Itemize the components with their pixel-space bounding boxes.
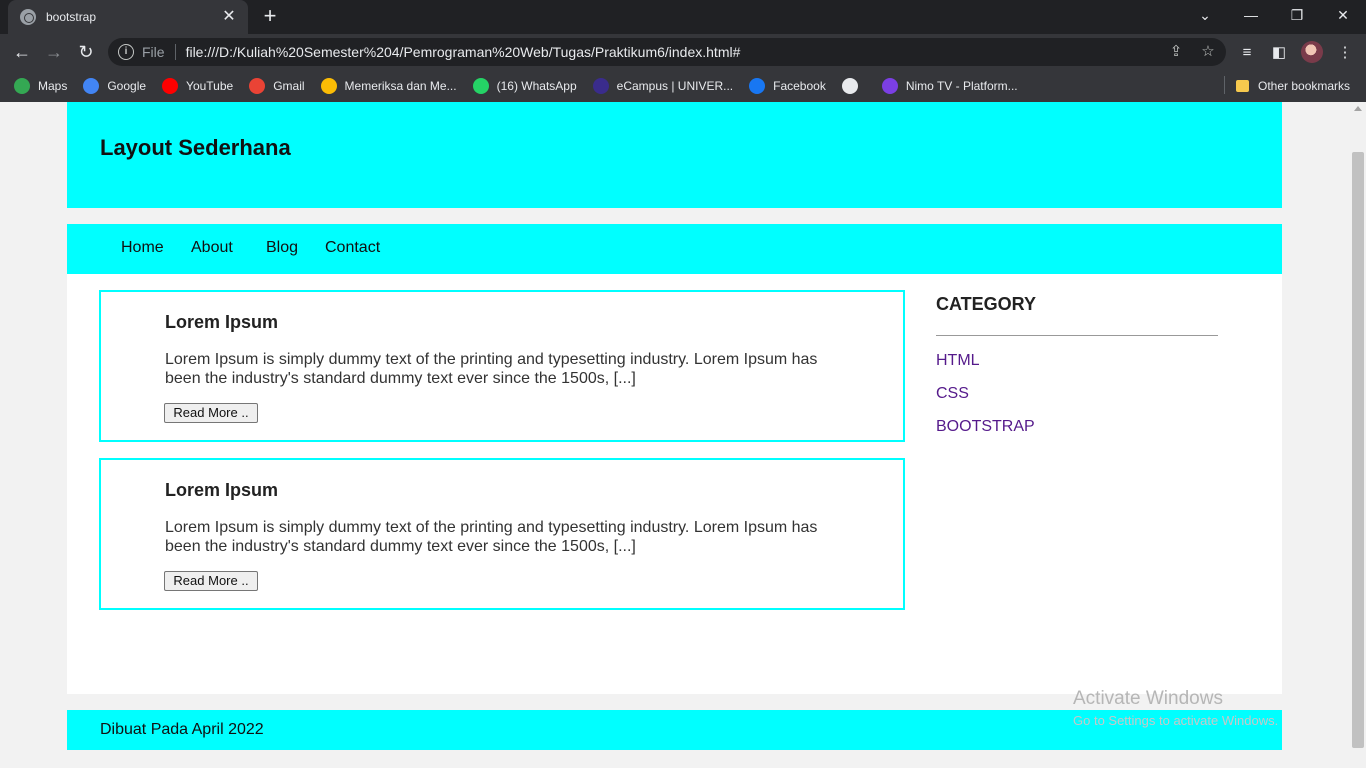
article-excerpt: Lorem Ipsum is simply dummy text of the … bbox=[165, 519, 818, 555]
bookmark-label: YouTube bbox=[186, 79, 234, 93]
category-divider bbox=[936, 335, 1218, 336]
window-close-button[interactable]: ✕ bbox=[1320, 0, 1366, 30]
share-icon[interactable]: ⇪ bbox=[1166, 42, 1186, 62]
page-viewport: Layout Sederhana Home About Blog Contact… bbox=[0, 102, 1350, 768]
nimo-tv-icon bbox=[881, 78, 898, 94]
bookmark-item[interactable]: Nimo TV - Platform... bbox=[881, 73, 1018, 99]
bookmark-label: Facebook bbox=[773, 79, 826, 93]
scrollbar-thumb[interactable] bbox=[1352, 152, 1364, 748]
bookmark-label: Gmail bbox=[273, 79, 305, 93]
main-content: Lorem Ipsum Lorem Ipsum is simply dummy … bbox=[67, 274, 1282, 694]
main-nav: Home About Blog Contact bbox=[67, 224, 1282, 274]
reload-button[interactable]: ↻ bbox=[72, 38, 100, 66]
tab-strip: bootstrap ✕ + ⌄ — ❐ ✕ bbox=[0, 0, 1366, 34]
article-title: Lorem Ipsum bbox=[165, 480, 279, 500]
watermark-subtitle: Go to Settings to activate Windows. bbox=[1073, 713, 1279, 728]
forward-button[interactable]: → bbox=[40, 38, 68, 66]
browser-chrome: bootstrap ✕ + ⌄ — ❐ ✕ ← → ↻ i File file:… bbox=[0, 0, 1366, 102]
globe-icon bbox=[20, 9, 36, 25]
restore-button[interactable]: ❐ bbox=[1274, 0, 1320, 30]
close-tab-icon[interactable]: ✕ bbox=[220, 8, 238, 26]
tab-bootstrap[interactable]: bootstrap ✕ bbox=[8, 0, 248, 34]
bookmarks-bar: Maps Google YouTube Gmail Memeriksa dan Me..… bbox=[0, 70, 1366, 102]
bookmark-item[interactable]: Maps bbox=[14, 73, 67, 99]
bookmark-label: eCampus | UNIVER... bbox=[616, 79, 734, 93]
page-title: Layout Sederhana bbox=[100, 135, 291, 160]
category-link-css[interactable]: CSS bbox=[936, 385, 1218, 403]
reading-list-icon[interactable]: ≡ bbox=[1236, 42, 1258, 64]
article-title: Lorem Ipsum bbox=[165, 312, 279, 332]
bookmarks-divider bbox=[1224, 76, 1225, 94]
category-link-bootstrap[interactable]: BOOTSTRAP bbox=[936, 418, 1218, 436]
category-link-html[interactable]: HTML bbox=[936, 352, 1218, 370]
scroll-up-arrow-icon[interactable] bbox=[1354, 106, 1362, 111]
site-info-icon[interactable]: i bbox=[118, 44, 134, 60]
tab-search-icon[interactable]: ⌄ bbox=[1182, 0, 1228, 30]
other-bookmarks-label: Other bookmarks bbox=[1258, 79, 1351, 93]
bookmark-item[interactable]: YouTube bbox=[162, 73, 233, 99]
bookmark-star-icon[interactable]: ☆ bbox=[1198, 42, 1218, 62]
youtube-icon bbox=[162, 78, 179, 94]
article-card: Lorem Ipsum Lorem Ipsum is simply dummy … bbox=[99, 458, 905, 610]
address-divider bbox=[174, 44, 176, 60]
vertical-scrollbar[interactable] bbox=[1350, 102, 1366, 768]
nav-contact[interactable]: Contact bbox=[325, 239, 380, 257]
maps-icon bbox=[14, 78, 30, 94]
footer-text: Dibuat Pada April 2022 bbox=[100, 721, 264, 738]
bookmark-item[interactable]: Memeriksa dan Me... bbox=[320, 73, 457, 99]
bookmark-label: (16) WhatsApp bbox=[496, 79, 577, 93]
browser-toolbar: ← → ↻ i File file:///D:/Kuliah%20Semeste… bbox=[0, 34, 1366, 70]
new-tab-button[interactable]: + bbox=[258, 5, 282, 29]
gmail-icon bbox=[249, 78, 266, 94]
google-icon bbox=[83, 78, 100, 94]
profile-avatar[interactable] bbox=[1301, 41, 1323, 63]
ecampus-icon bbox=[592, 78, 609, 94]
other-bookmarks[interactable]: Other bookmarks bbox=[1236, 70, 1350, 102]
folder-icon bbox=[1236, 80, 1249, 92]
bookmark-label: Maps bbox=[38, 79, 68, 93]
address-bar[interactable]: i File file:///D:/Kuliah%20Semester%204/… bbox=[108, 38, 1226, 66]
bookmark-item[interactable] bbox=[841, 73, 866, 99]
url-text[interactable]: file:///D:/Kuliah%20Semester%204/Pemrogr… bbox=[186, 44, 741, 60]
bookmark-item[interactable]: eCampus | UNIVER... bbox=[592, 73, 734, 99]
facebook-icon bbox=[749, 78, 766, 94]
category-sidebar: CATEGORY HTML CSS BOOTSTRAP bbox=[936, 294, 1218, 436]
category-heading: CATEGORY bbox=[936, 294, 1037, 314]
bookmark-label: Memeriksa dan Me... bbox=[344, 79, 457, 93]
globe-icon bbox=[841, 78, 858, 94]
bookmark-label: Nimo TV - Platform... bbox=[905, 79, 1018, 93]
tab-title: bootstrap bbox=[46, 10, 97, 24]
url-scheme-label: File bbox=[142, 44, 165, 60]
nav-about[interactable]: About bbox=[191, 239, 233, 257]
minimize-button[interactable]: — bbox=[1228, 0, 1274, 30]
bookmark-item[interactable]: (16) WhatsApp bbox=[472, 73, 577, 99]
read-more-button[interactable]: Read More .. bbox=[164, 571, 258, 591]
back-button[interactable]: ← bbox=[8, 38, 36, 66]
nav-home[interactable]: Home bbox=[121, 239, 164, 257]
bookmark-item[interactable]: Facebook bbox=[749, 73, 826, 99]
page-header: Layout Sederhana bbox=[67, 102, 1282, 208]
watermark-title: Activate Windows bbox=[1073, 688, 1223, 709]
menu-icon[interactable]: ⋮ bbox=[1334, 42, 1356, 64]
activate-windows-watermark: Activate Windows Go to Settings to activ… bbox=[1073, 688, 1278, 728]
bookmark-item[interactable]: Google bbox=[83, 73, 146, 99]
article-excerpt: Lorem Ipsum is simply dummy text of the … bbox=[165, 351, 818, 387]
article-card: Lorem Ipsum Lorem Ipsum is simply dummy … bbox=[99, 290, 905, 442]
side-panel-icon[interactable]: ◧ bbox=[1268, 42, 1290, 64]
bookmark-item[interactable]: Gmail bbox=[249, 73, 305, 99]
chrome-icon bbox=[320, 78, 337, 94]
whatsapp-icon bbox=[472, 78, 489, 94]
read-more-button[interactable]: Read More .. bbox=[164, 403, 258, 423]
nav-blog[interactable]: Blog bbox=[266, 239, 298, 257]
bookmark-label: Google bbox=[107, 79, 147, 93]
